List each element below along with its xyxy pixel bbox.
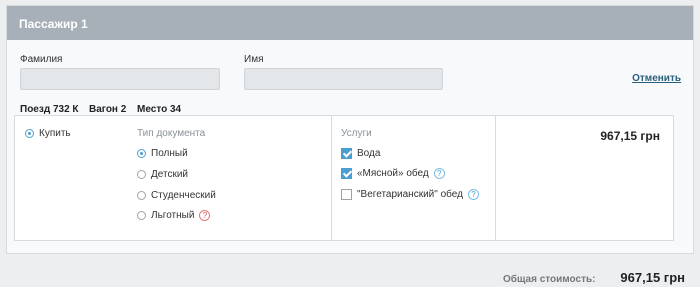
- total-label: Общая стоимость:: [503, 274, 596, 285]
- buy-label: Купить: [39, 128, 71, 139]
- service-water-checkbox[interactable]: Вода: [341, 148, 380, 159]
- surname-input[interactable]: [20, 68, 220, 90]
- service-meat-lunch-checkbox[interactable]: «Мясной» обед ?: [341, 168, 445, 179]
- train-number: Поезд 732 К: [20, 104, 79, 115]
- radio-checked-icon: [25, 129, 34, 138]
- service-label: "Вегетарианский" обед: [357, 189, 463, 200]
- checkbox-checked-icon: [341, 148, 352, 159]
- ticket-price: 967,15 грн: [600, 129, 660, 143]
- name-input[interactable]: [244, 68, 443, 90]
- ticket-options-panel: Купить Тип документа Полный Детский Студ…: [14, 115, 674, 241]
- wagon-number: Вагон 2: [89, 104, 127, 115]
- buy-radio[interactable]: Купить: [25, 128, 71, 139]
- checkbox-checked-icon: [341, 168, 352, 179]
- divider: [331, 116, 332, 240]
- services-title: Услуги: [341, 128, 372, 139]
- total-value: 967,15 грн: [620, 270, 685, 285]
- passenger-title: Пассажир 1: [7, 6, 693, 40]
- service-label: Вода: [357, 148, 381, 159]
- help-icon[interactable]: ?: [467, 189, 479, 200]
- name-label: Имя: [244, 54, 264, 65]
- seat-number: Место 34: [137, 104, 182, 115]
- radio-unchecked-icon: [137, 170, 146, 179]
- doc-type-title: Тип документа: [137, 128, 206, 139]
- service-label: «Мясной» обед: [357, 168, 429, 179]
- cancel-link[interactable]: Отменить: [632, 73, 681, 84]
- doc-type-full-radio[interactable]: Полный: [137, 148, 188, 159]
- doc-type-privileged-radio[interactable]: Льготный ?: [137, 210, 211, 221]
- radio-checked-icon: [137, 149, 146, 158]
- doc-type-label: Льготный: [151, 210, 195, 221]
- help-icon[interactable]: ?: [199, 210, 211, 221]
- radio-unchecked-icon: [137, 211, 146, 220]
- checkbox-unchecked-icon: [341, 189, 352, 200]
- radio-unchecked-icon: [137, 191, 146, 200]
- doc-type-child-radio[interactable]: Детский: [137, 169, 188, 180]
- doc-type-label: Студенческий: [151, 190, 216, 201]
- doc-type-label: Детский: [151, 169, 189, 180]
- help-icon[interactable]: ?: [433, 168, 445, 179]
- doc-type-student-radio[interactable]: Студенческий: [137, 190, 216, 201]
- doc-type-label: Полный: [151, 148, 188, 159]
- divider: [495, 116, 496, 240]
- surname-label: Фамилия: [20, 54, 63, 65]
- service-veg-lunch-checkbox[interactable]: "Вегетарианский" обед ?: [341, 189, 479, 200]
